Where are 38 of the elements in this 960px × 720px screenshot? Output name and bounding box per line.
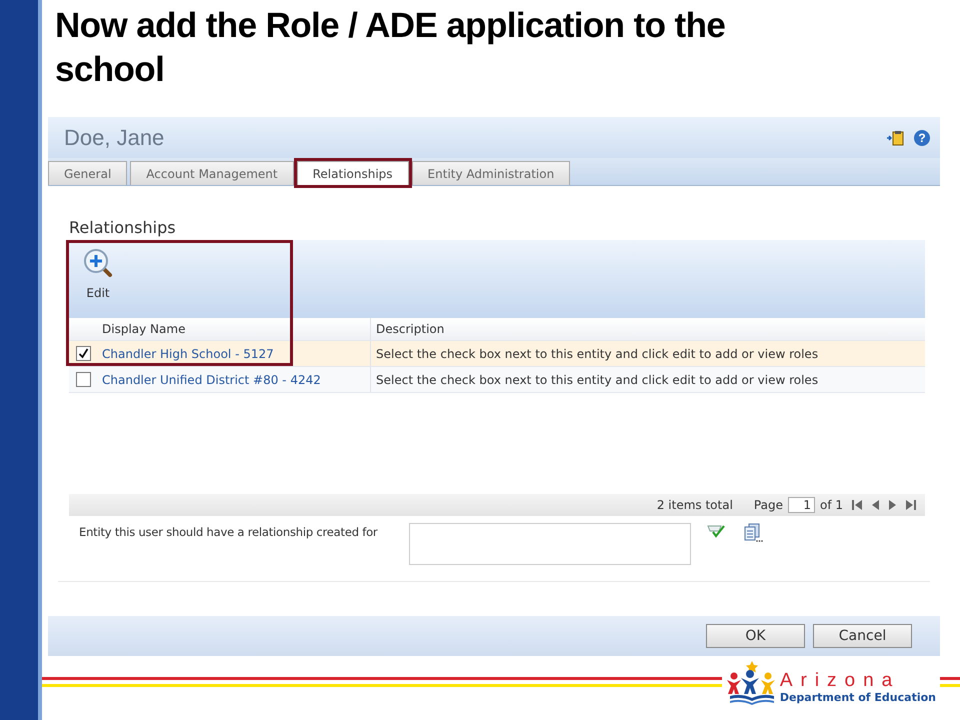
- logo-subtitle: Department of Education: [780, 691, 936, 705]
- previous-page-icon[interactable]: [871, 499, 880, 511]
- document-list-icon[interactable]: [743, 523, 763, 543]
- first-page-icon[interactable]: [851, 499, 863, 511]
- next-page-icon[interactable]: [888, 499, 897, 511]
- column-header[interactable]: Display Name: [97, 318, 371, 340]
- help-icon[interactable]: ?: [914, 130, 930, 146]
- table-row[interactable]: Chandler High School - 5127 Select the check box next to this entity and click edit to add or view roles: [69, 341, 925, 367]
- checkbox[interactable]: [76, 346, 90, 361]
- user-name: Doe, Jane: [64, 124, 164, 150]
- children-book-logo-icon: [726, 659, 778, 705]
- dialog-button[interactable]: OK: [706, 624, 805, 648]
- dialog-button[interactable]: Cancel: [813, 624, 912, 648]
- entity-link[interactable]: Chandler Unified District #80 - 4242: [102, 372, 321, 386]
- tab[interactable]: Entity Administration: [412, 161, 570, 185]
- table-row[interactable]: Chandler Unified District #80 - 4242 Select the check box next to this entity and click edit to add or view roles: [69, 367, 925, 393]
- logo-name: Arizona: [780, 671, 902, 691]
- column-header[interactable]: Description: [371, 318, 925, 340]
- last-page-icon[interactable]: [905, 499, 917, 511]
- checkbox[interactable]: [76, 372, 90, 387]
- page-label: Page: [754, 498, 783, 512]
- table-cell: Select the check box next to this entity and click edit to add or view roles: [376, 346, 818, 360]
- table-cell: Select the check box next to this entity and click edit to add or view roles: [376, 372, 818, 386]
- tab[interactable]: Relationships: [296, 161, 409, 185]
- magnifier-plus-icon: [83, 248, 113, 278]
- section-title: Relationships: [68, 218, 177, 239]
- page-input[interactable]: 1: [788, 497, 815, 513]
- entity-link[interactable]: Chandler High School - 5127: [102, 346, 274, 360]
- field-label: Entity this user should have a relationship created for: [79, 524, 379, 539]
- checkmark-icon[interactable]: [707, 523, 727, 539]
- slide-title: Now add the Role / ADE application to the school: [54, 5, 726, 91]
- tab[interactable]: Account Management: [130, 161, 294, 185]
- entity-field[interactable]: [409, 523, 691, 565]
- edit-button[interactable]: Edit: [69, 240, 127, 308]
- tab[interactable]: General: [48, 161, 128, 185]
- items-total: 2 items total: [656, 498, 733, 512]
- clipboard-icon[interactable]: [886, 130, 904, 146]
- page-count: of 1: [820, 498, 843, 512]
